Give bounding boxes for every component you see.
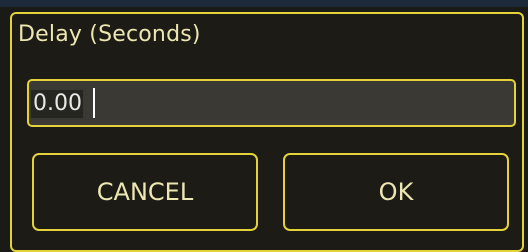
text-caret xyxy=(93,88,95,118)
dialog-title: Delay (Seconds) xyxy=(18,22,201,47)
delay-input[interactable]: 0.00 xyxy=(27,79,516,127)
cancel-button[interactable]: CANCEL xyxy=(32,153,258,231)
ok-button[interactable]: OK xyxy=(283,153,509,231)
delay-input-value: 0.00 xyxy=(31,90,83,118)
window-top-strip xyxy=(0,0,528,7)
